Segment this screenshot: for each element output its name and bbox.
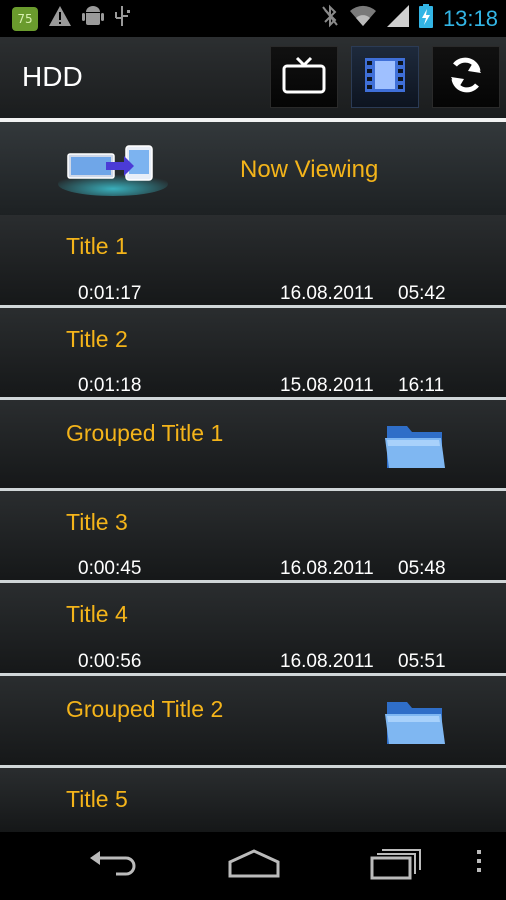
back-button[interactable] xyxy=(86,848,138,883)
android-icon xyxy=(82,4,104,33)
wifi-icon xyxy=(349,5,377,32)
list-item[interactable]: Title 3 0:00:45 16.08.2011 05:48 xyxy=(0,491,506,583)
item-date: 16.08.2011 xyxy=(280,558,374,579)
item-duration: 0:01:17 xyxy=(78,283,142,304)
item-title: Title 4 xyxy=(66,601,128,627)
item-date: 16.08.2011 xyxy=(280,283,374,304)
item-title: Title 3 xyxy=(66,509,128,535)
item-time: 05:51 xyxy=(398,651,446,672)
group-item[interactable]: Grouped Title 2 xyxy=(0,676,506,768)
refresh-icon xyxy=(446,55,486,100)
list-item[interactable]: Title 4 0:00:56 16.08.2011 05:51 xyxy=(0,583,506,676)
now-viewing-label: Now Viewing xyxy=(240,156,379,183)
item-duration: 0:01:18 xyxy=(78,375,142,396)
item-title: Title 1 xyxy=(66,233,128,259)
item-duration: 0:00:45 xyxy=(78,558,142,579)
item-time: 16:11 xyxy=(398,375,445,396)
item-duration: 0:00:56 xyxy=(78,651,142,672)
home-button[interactable] xyxy=(226,848,282,883)
list-item[interactable]: Title 5 xyxy=(0,768,506,832)
item-date: 16.08.2011 xyxy=(280,651,374,672)
usb-icon xyxy=(114,4,130,33)
recent-apps-button[interactable] xyxy=(370,848,424,885)
item-title: Grouped Title 2 xyxy=(66,696,224,722)
folder-icon xyxy=(383,420,447,477)
item-date: 15.08.2011 xyxy=(280,375,374,396)
battery-charging-icon xyxy=(418,4,433,33)
film-button[interactable] xyxy=(351,46,419,108)
item-title: Title 2 xyxy=(66,326,128,352)
item-time: 05:42 xyxy=(398,283,446,304)
clock: 13:18 xyxy=(442,5,498,31)
device-transfer-icon xyxy=(58,144,168,201)
navigation-bar xyxy=(0,832,506,900)
list-item[interactable]: Title 2 0:01:18 15.08.2011 16:11 xyxy=(0,308,506,400)
warning-icon xyxy=(48,5,72,32)
status-bar: 75 13:18 xyxy=(0,0,506,37)
refresh-button[interactable] xyxy=(432,46,500,108)
now-viewing-row[interactable]: Now Viewing xyxy=(0,122,506,215)
folder-icon xyxy=(383,696,447,753)
overflow-menu-icon xyxy=(475,848,483,879)
list-item[interactable]: Title 1 0:01:17 16.08.2011 05:42 xyxy=(0,215,506,308)
back-icon xyxy=(86,848,138,883)
group-item[interactable]: Grouped Title 1 xyxy=(0,400,506,491)
signal-icon xyxy=(386,5,409,32)
overflow-menu-button[interactable] xyxy=(475,848,483,879)
item-title: Grouped Title 1 xyxy=(66,420,224,446)
action-bar: HDD xyxy=(0,37,506,120)
item-time: 05:48 xyxy=(398,558,446,579)
item-title: Title 5 xyxy=(66,786,128,812)
notification-badge: 75 xyxy=(12,6,38,31)
home-icon xyxy=(226,848,282,883)
bluetooth-off-icon xyxy=(321,4,339,33)
film-icon xyxy=(364,57,406,98)
tv-icon xyxy=(281,56,327,99)
recent-apps-icon xyxy=(370,848,424,885)
tv-button[interactable] xyxy=(270,46,338,108)
page-title: HDD xyxy=(22,61,83,92)
